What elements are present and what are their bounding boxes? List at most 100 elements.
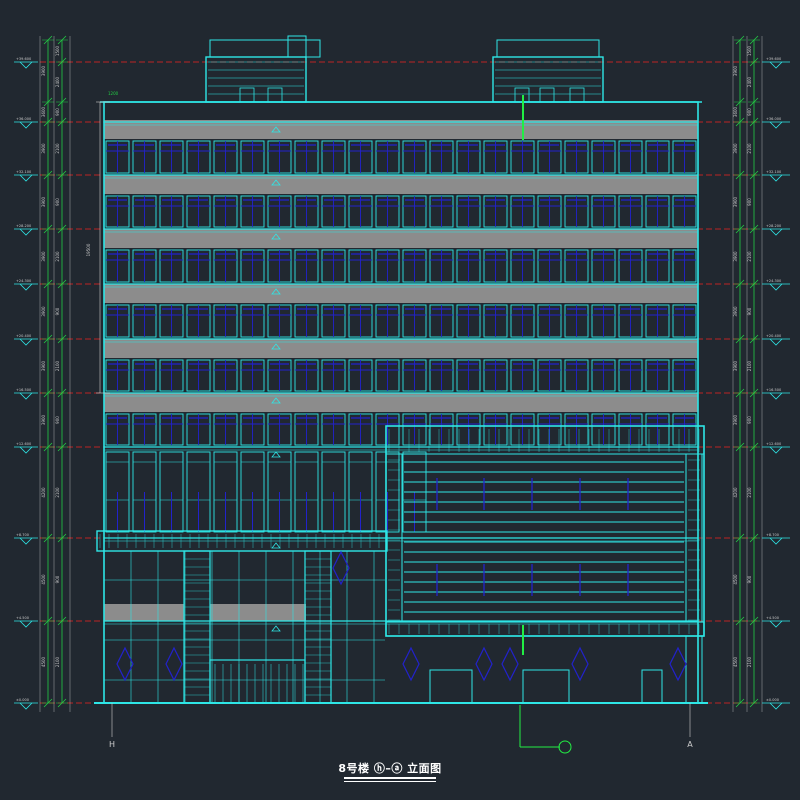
level-triangle-left	[19, 228, 33, 236]
level-triangle-right	[769, 228, 783, 236]
level-triangle-right	[769, 702, 783, 710]
dimension-value: 3900	[733, 196, 738, 207]
spandrel-band	[104, 120, 698, 139]
rooftop-vent	[267, 87, 283, 103]
level-triangle-right	[769, 338, 783, 346]
dimension-value: 3900	[733, 251, 738, 262]
dimension-value: 2100	[55, 487, 60, 498]
right-dimension-chain: 3900 3600 3900 3900 3900 3900 3900 3900 4200 4500…	[733, 35, 760, 708]
podium-outline	[385, 425, 705, 637]
rooftop-vent	[539, 87, 555, 103]
dimension-value: 3900	[733, 65, 738, 76]
level-elevation-left: +32.100	[16, 170, 31, 174]
rooftop-structure-left	[205, 56, 307, 103]
dimension-value: 3900	[41, 143, 46, 154]
dimension-value: 900	[55, 198, 60, 206]
dimension-value: 900	[55, 416, 60, 424]
dimension-value: 900	[747, 108, 752, 116]
level-elevation-left: ±0.000	[16, 698, 29, 702]
dimension-value: 900	[747, 307, 752, 315]
dimension-value: 1500	[747, 45, 752, 56]
level-elevation-left: +36.000	[16, 117, 31, 121]
level-triangle-right	[769, 61, 783, 69]
level-triangle-left	[19, 392, 33, 400]
dimension-value: 3600	[733, 106, 738, 117]
level-elevation-left: +24.300	[16, 279, 31, 283]
dimension-value: 3900	[41, 196, 46, 207]
axis-label-left: H	[109, 740, 115, 749]
axis-label-right: A	[687, 740, 693, 749]
spandrel-band	[210, 604, 306, 621]
dimension-value: 4500	[733, 656, 738, 667]
dimension-value: 2100	[55, 143, 60, 154]
dimension-value: 2100	[747, 251, 752, 262]
level-elevation-right: +32.100	[766, 170, 781, 174]
level-elevation-right: +28.200	[766, 224, 781, 228]
dimension-value: 3900	[733, 143, 738, 154]
dimension-value: 3900	[733, 306, 738, 317]
shop-door	[522, 669, 570, 704]
dimension-value: 2100	[747, 360, 752, 371]
corner-pier	[685, 635, 703, 704]
title-underline	[344, 777, 436, 779]
dimension-value: 2100	[55, 251, 60, 262]
rooftop-structure-right	[492, 56, 604, 103]
dimension-value: 4200	[733, 487, 738, 498]
decorative-lozenge	[501, 646, 519, 682]
level-elevation-right: +39.600	[766, 57, 781, 61]
level-elevation-left: +16.500	[16, 388, 31, 392]
dimension-value: 3900	[733, 414, 738, 425]
rooftop-top-right	[496, 39, 600, 58]
level-triangle-right	[769, 620, 783, 628]
level-elevation-right: +4.500	[766, 616, 779, 620]
drawing-title-block: 8号楼 ⓗ–ⓐ 立面图	[330, 756, 450, 786]
level-triangle-right	[769, 283, 783, 291]
level-triangle-left	[19, 121, 33, 129]
main-entrance	[209, 659, 306, 704]
decorative-lozenge	[165, 646, 183, 682]
decorative-lozenge	[475, 646, 493, 682]
dimension-value: 4500	[733, 574, 738, 585]
level-triangle-left	[19, 338, 33, 346]
level-elevation-right: +12.600	[766, 442, 781, 446]
axis-bubble	[558, 740, 572, 754]
level-elevation-left: +28.200	[16, 224, 31, 228]
level-triangle-left	[19, 174, 33, 182]
level-triangle-left	[19, 537, 33, 545]
level-triangle-right	[769, 537, 783, 545]
dimension-value: 3900	[41, 65, 46, 76]
level-triangle-right	[769, 392, 783, 400]
level-elevation-right: +20.400	[766, 334, 781, 338]
dimension-value: 2400	[55, 76, 60, 87]
dimension-value: 3900	[41, 306, 46, 317]
level-elevation-right: +16.500	[766, 388, 781, 392]
decorative-lozenge	[116, 646, 134, 682]
dimension-value: 2100	[747, 143, 752, 154]
level-triangle-left	[19, 283, 33, 291]
dimension-value: 2100	[747, 487, 752, 498]
level-symbol	[271, 625, 281, 632]
rooftop-vent	[569, 87, 585, 103]
left-dimension-chain: 3900 3600 3900 3900 3900 3900 3900 3900 4200 4500…	[41, 35, 68, 708]
dimension-value: 900	[747, 198, 752, 206]
level-elevation-left: +8.700	[16, 533, 29, 537]
dimension-value: 2100	[747, 656, 752, 667]
level-elevation-right: +36.000	[766, 117, 781, 121]
dimension-value: 900	[747, 575, 752, 583]
dimension-value: 2100	[55, 360, 60, 371]
level-triangle-left	[19, 446, 33, 454]
rooftop-top-left	[209, 39, 321, 58]
dimension-value: 3900	[41, 251, 46, 262]
level-symbol	[271, 451, 281, 458]
dimension-value: 900	[55, 307, 60, 315]
drawing-title: 8号楼 ⓗ–ⓐ 立面图	[338, 762, 442, 775]
shop-door	[641, 669, 663, 704]
elevation-drawing: 3900 3600 3900 3900 3900 3900 3900 3900 4200 4500…	[14, 35, 790, 754]
decorative-lozenge	[402, 646, 420, 682]
level-elevation-right: +8.700	[766, 533, 779, 537]
level-elevation-left: +4.500	[16, 616, 29, 620]
dimension-value: 2400	[747, 76, 752, 87]
level-elevation-right: +24.300	[766, 279, 781, 283]
decorative-lozenge	[571, 646, 589, 682]
level-elevation-left: +12.600	[16, 442, 31, 446]
